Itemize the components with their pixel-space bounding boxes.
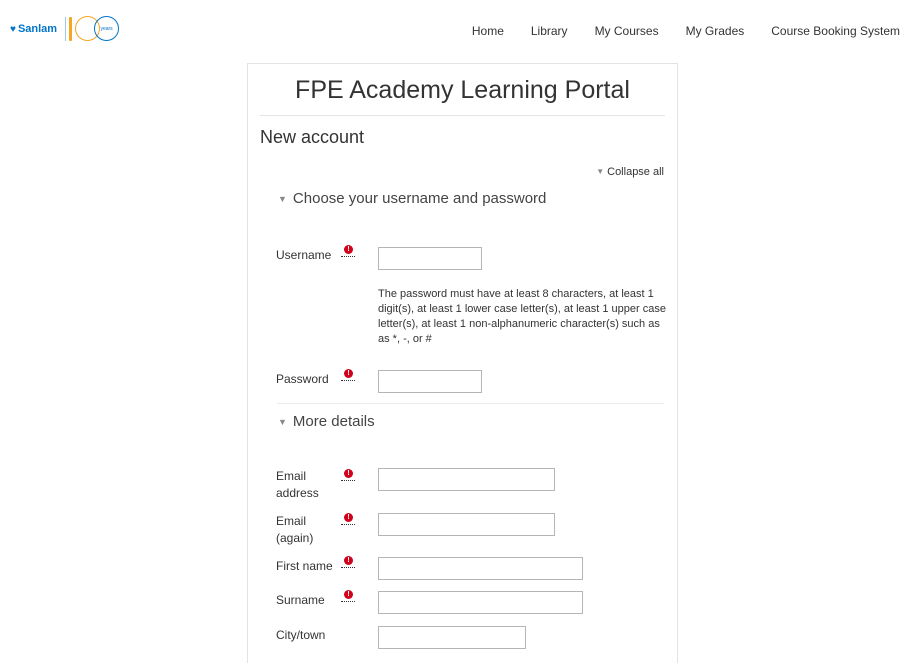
exclamation-circle-icon: ! — [344, 245, 353, 254]
email-again-required-indicator: ! — [341, 513, 355, 527]
email-again-label-line2: (again) — [276, 531, 314, 545]
required-underline — [341, 567, 355, 568]
exclamation-circle-icon: ! — [344, 556, 353, 565]
city-label: City/town — [276, 628, 326, 642]
nav-my-grades[interactable]: My Grades — [686, 24, 745, 38]
collapse-all-link[interactable]: ▼ Collapse all — [596, 166, 664, 178]
required-underline — [341, 524, 355, 525]
site-title: FPE Academy Learning Portal — [295, 76, 630, 104]
site-logo[interactable]: ♥ Sanlam years — [10, 14, 127, 44]
first-name-required-indicator: ! — [341, 556, 355, 570]
email-again-label: Email (again) — [276, 513, 313, 547]
username-required-indicator: ! — [341, 245, 355, 259]
password-policy-text: The password must have at least 8 charac… — [378, 288, 666, 345]
sanlam-wordmark: ♥ Sanlam — [10, 23, 57, 35]
logo-divider — [65, 17, 67, 41]
title-divider — [260, 115, 665, 116]
password-required-indicator: ! — [341, 369, 355, 383]
section-details-label: More details — [292, 413, 375, 430]
surname-label: Surname — [276, 593, 325, 607]
caret-down-icon: ▼ — [596, 167, 605, 176]
nav-my-courses[interactable]: My Courses — [595, 24, 659, 38]
signup-panel: FPE Academy Learning Portal New account … — [247, 63, 678, 663]
section-credentials-toggle[interactable]: ▼ Choose your username and password — [278, 190, 546, 207]
exclamation-circle-icon: ! — [344, 369, 353, 378]
email-label: Email address — [276, 468, 319, 502]
section-credentials-label: Choose your username and password — [292, 190, 547, 207]
username-label: Username — [276, 248, 332, 262]
nav-library[interactable]: Library — [531, 24, 568, 38]
surname-input[interactable] — [378, 591, 583, 614]
main-nav: Home Library My Courses My Grades Course… — [472, 24, 900, 38]
required-underline — [341, 256, 355, 257]
section-details-toggle[interactable]: ▼ More details — [278, 413, 375, 430]
exclamation-circle-icon: ! — [344, 469, 353, 478]
logo-text: Sanlam — [17, 23, 58, 35]
email-required-indicator: ! — [341, 469, 355, 483]
nav-course-booking-system[interactable]: Course Booking System — [771, 24, 900, 38]
required-underline — [341, 380, 355, 381]
caret-down-icon: ▼ — [278, 417, 287, 427]
first-name-label: First name — [276, 559, 333, 573]
caret-down-icon: ▼ — [278, 194, 287, 204]
collapse-all-label: Collapse all — [607, 166, 664, 178]
shield-icon: ♥ — [10, 23, 16, 35]
username-input[interactable] — [378, 247, 482, 270]
logo-ring-blue: years — [94, 16, 120, 41]
logo-digit-one — [69, 17, 73, 41]
email-again-input[interactable] — [378, 513, 555, 536]
first-name-input[interactable] — [378, 557, 583, 580]
exclamation-circle-icon: ! — [344, 513, 353, 522]
surname-required-indicator: ! — [341, 590, 355, 604]
city-input[interactable] — [378, 626, 526, 649]
email-again-label-line1: Email — [276, 514, 307, 528]
password-input[interactable] — [378, 370, 482, 393]
nav-home[interactable]: Home — [472, 24, 504, 38]
page-title: New account — [260, 127, 365, 147]
top-navbar: ♥ Sanlam years Home Library My Courses M… — [0, 0, 903, 60]
email-input[interactable] — [378, 468, 555, 491]
email-label-line2: address — [276, 486, 319, 500]
required-underline — [341, 480, 355, 481]
section-divider — [277, 403, 664, 404]
required-underline — [341, 601, 355, 602]
anniversary-text: years — [100, 25, 113, 32]
anniversary-100-logo: years — [69, 14, 127, 44]
exclamation-circle-icon: ! — [344, 590, 353, 599]
password-label: Password — [276, 372, 329, 386]
email-label-line1: Email — [276, 469, 307, 483]
